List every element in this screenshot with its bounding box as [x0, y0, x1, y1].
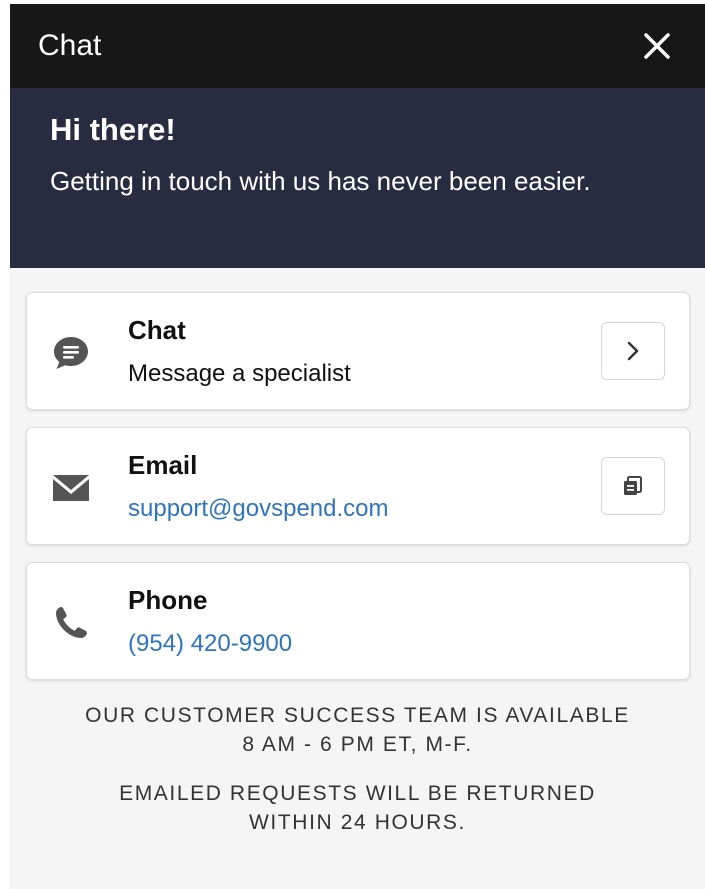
greeting-title: Hi there! — [50, 112, 176, 147]
chat-option-title: Chat — [128, 315, 186, 345]
greeting-banner: Hi there! Getting in touch with us has n… — [10, 88, 705, 268]
hours-text: OUR CUSTOMER SUCCESS TEAM IS AVAILABLE 8… — [85, 704, 630, 756]
close-button[interactable] — [637, 26, 677, 66]
chevron-right-icon — [627, 341, 639, 361]
phone-option-card[interactable]: Phone (954) 420-9900 — [26, 562, 690, 680]
start-chat-button[interactable] — [601, 322, 665, 380]
email-address-link[interactable]: support@govspend.com — [128, 495, 389, 523]
chat-bubble-icon — [51, 333, 91, 373]
phone-option-title: Phone — [128, 585, 208, 615]
copy-icon — [624, 476, 642, 495]
close-icon — [644, 33, 670, 59]
availability-notice: OUR CUSTOMER SUCCESS TEAM IS AVAILABLE 8… — [10, 697, 705, 837]
copy-email-button[interactable] — [601, 457, 665, 515]
widget-header: Chat — [10, 4, 705, 88]
contact-options: Chat Message a specialist Email support@… — [10, 268, 705, 680]
chat-widget: Chat Hi there! Getting in touch with us … — [10, 4, 705, 889]
widget-title: Chat — [38, 29, 102, 62]
phone-number-link[interactable]: (954) 420-9900 — [128, 630, 292, 658]
response-time-text: EMAILED REQUESTS WILL BE RETURNED WITHIN… — [119, 782, 596, 834]
email-option-card[interactable]: Email support@govspend.com — [26, 427, 690, 545]
greeting-subtitle: Getting in touch with us has never been … — [50, 166, 591, 196]
chat-option-card[interactable]: Chat Message a specialist — [26, 292, 690, 410]
chat-option-subtitle: Message a specialist — [128, 360, 351, 387]
email-option-title: Email — [128, 450, 198, 480]
phone-icon — [51, 603, 91, 643]
envelope-icon — [51, 468, 91, 508]
